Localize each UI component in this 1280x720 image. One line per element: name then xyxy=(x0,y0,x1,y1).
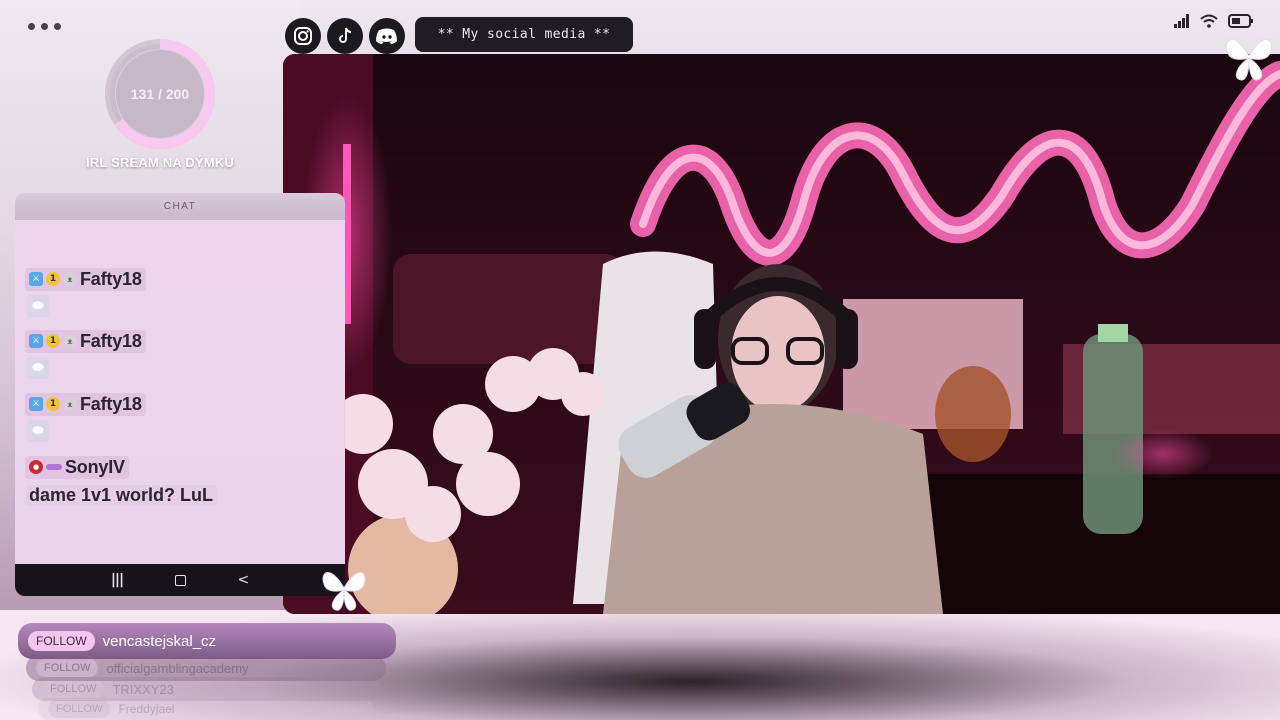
window-menu-dots[interactable] xyxy=(28,23,61,30)
bear-badge-icon: ᴥ xyxy=(63,397,77,411)
butterfly-icon xyxy=(322,572,366,611)
chat-messages[interactable]: ⚔ 1 ᴥ Fafty18 ⚔ 1 ᴥ Fafty18 ⚔ 1 ᴥ Fafty1… xyxy=(15,220,345,564)
emote-icon xyxy=(27,419,49,442)
follow-alert: FOLLOW Freddyjael xyxy=(38,698,374,720)
follow-tag: FOLLOW xyxy=(48,700,111,718)
tiktok-icon[interactable] xyxy=(327,18,363,54)
butterfly-icon xyxy=(1225,38,1273,81)
back-icon[interactable]: < xyxy=(237,572,249,588)
chat-message: ● SonyIV dame 1v1 world? LuL xyxy=(25,454,218,506)
follow-tag: FOLLOW xyxy=(42,680,105,698)
follow-tag: FOLLOW xyxy=(36,659,99,677)
goal-title: IRL SREAM NA DÝMKU xyxy=(85,155,235,170)
chat-username[interactable]: Fafty18 xyxy=(80,394,142,415)
discord-icon[interactable] xyxy=(369,18,405,54)
home-icon[interactable] xyxy=(174,574,186,586)
follow-name: vencastejskal_cz xyxy=(102,632,217,650)
basket-badge-icon: ● xyxy=(29,460,43,474)
chat-username[interactable]: Fafty18 xyxy=(80,331,142,352)
chat-username[interactable]: SonyIV xyxy=(65,457,125,478)
sub-tier-badge-icon: 1 xyxy=(46,334,60,348)
stream-video xyxy=(283,54,1280,614)
instagram-icon[interactable] xyxy=(285,18,321,54)
bear-badge-icon: ᴥ xyxy=(63,272,77,286)
follow-alert: FOLLOW vencastejskal_cz xyxy=(18,623,396,659)
follow-name: Freddyjael xyxy=(118,702,175,716)
follow-tag: FOLLOW xyxy=(28,631,95,651)
sword-badge-icon: ⚔ xyxy=(29,272,43,286)
chat-message: ⚔ 1 ᴥ Fafty18 xyxy=(25,328,146,379)
recent-apps-icon[interactable]: ||| xyxy=(111,572,124,588)
social-media-label: ** My social media ** xyxy=(415,17,633,52)
chat-username[interactable]: Fafty18 xyxy=(80,269,142,290)
chat-message: ⚔ 1 ᴥ Fafty18 xyxy=(25,266,146,317)
social-icons xyxy=(285,18,405,54)
wifi-icon xyxy=(1200,14,1218,28)
status-bar xyxy=(1174,14,1254,28)
battery-icon xyxy=(1228,14,1253,28)
chat-header: CHAT xyxy=(15,193,345,220)
chat-message-text: dame 1v1 world? LuL xyxy=(25,484,218,506)
sub-tier-badge-icon: 1 xyxy=(46,397,60,411)
signal-icon xyxy=(1174,14,1189,28)
bar-badge-icon xyxy=(46,464,62,470)
sword-badge-icon: ⚔ xyxy=(29,397,43,411)
goal-progress-ring: 131 / 200 xyxy=(103,37,217,151)
goal-progress-label: 131 / 200 xyxy=(130,86,190,102)
chat-message: ⚔ 1 ᴥ Fafty18 xyxy=(25,391,146,442)
emote-icon xyxy=(27,356,49,379)
follow-name: officialgamblingacademy xyxy=(106,660,249,676)
phone-nav-bar: ||| < xyxy=(15,564,345,596)
follow-name: TRIXXY23 xyxy=(112,681,174,697)
bear-badge-icon: ᴥ xyxy=(63,334,77,348)
sub-tier-badge-icon: 1 xyxy=(46,272,60,286)
emote-icon xyxy=(27,294,49,317)
sword-badge-icon: ⚔ xyxy=(29,334,43,348)
